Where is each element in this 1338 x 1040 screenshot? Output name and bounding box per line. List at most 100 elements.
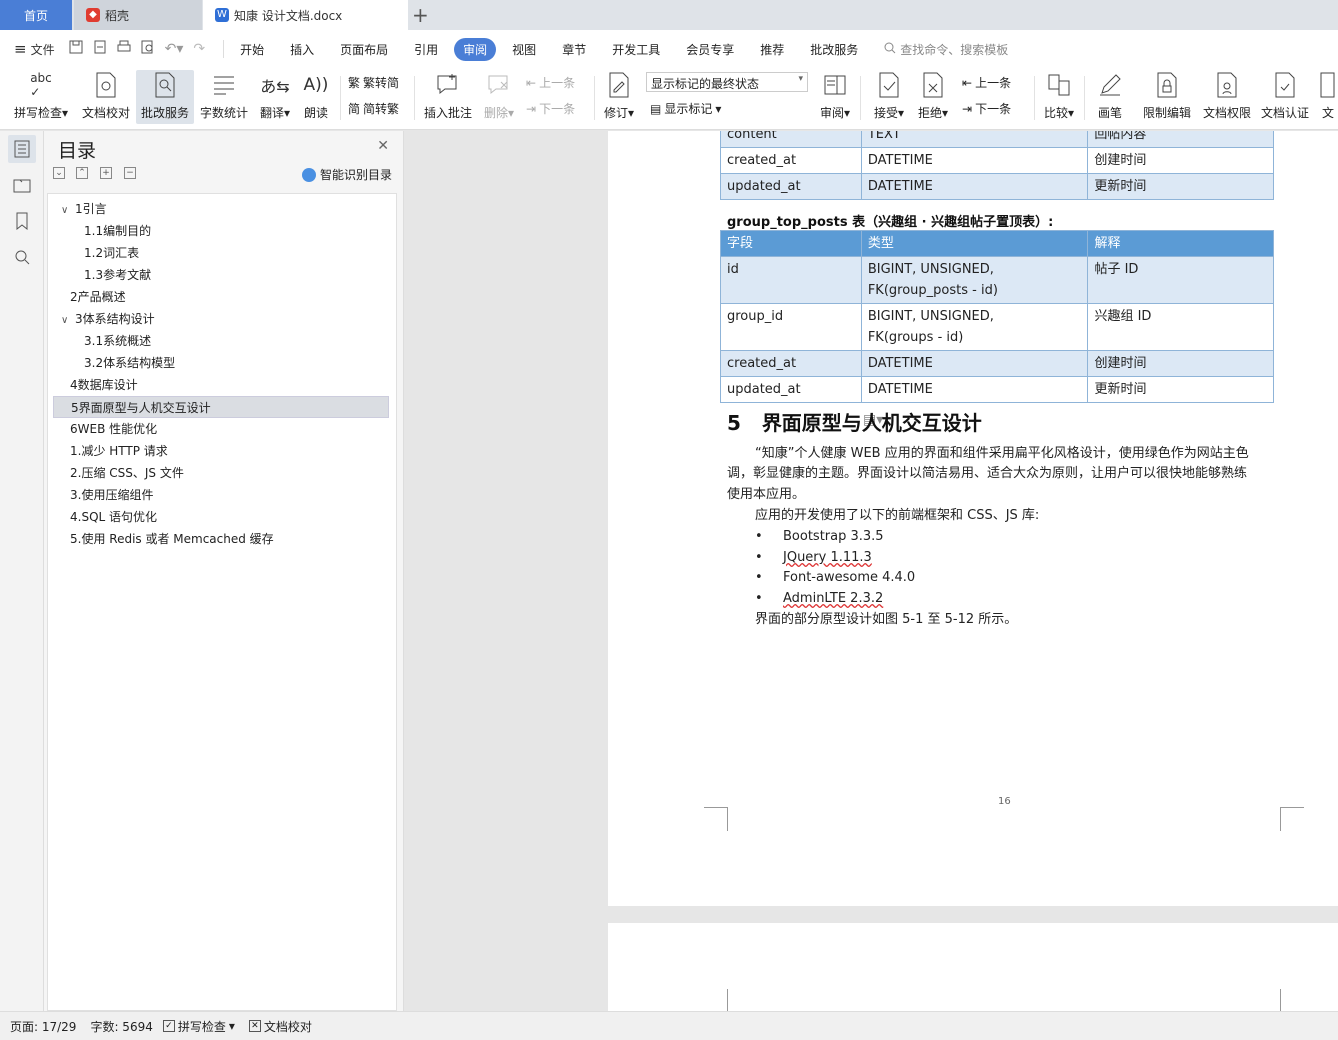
previous-change-icon: ⇤ — [962, 75, 973, 90]
translate-button[interactable]: あ⇆ 翻译▾ — [256, 70, 294, 124]
previous-change-button[interactable]: ⇤ 上一条 — [962, 74, 1011, 91]
show-markup-button[interactable]: ▤ 显示标记 ▾ — [650, 100, 721, 117]
word-count[interactable]: 字数: 5694 — [90, 1018, 152, 1035]
document-certify-button[interactable]: 文档认证 — [1258, 70, 1312, 124]
pen-icon — [1095, 70, 1125, 100]
toc-item[interactable]: ∨ 1引言 — [48, 198, 388, 220]
menu-insert[interactable]: 插入 — [290, 41, 314, 58]
menu-reference[interactable]: 引用 — [414, 41, 438, 58]
toc-item[interactable]: 3.1系统概述 — [48, 330, 388, 352]
document-area[interactable]: content TEXT 回帖内容 created_at DATETIME 创建时间 u… — [405, 131, 1338, 1011]
toc-item[interactable]: 3.使用压缩组件 — [48, 484, 388, 506]
smart-toc-button[interactable]: 智能识别目录 — [302, 166, 392, 183]
search-icon — [884, 42, 896, 57]
simplified-to-traditional-button[interactable]: 简简转繁 — [348, 100, 399, 117]
status-proofread[interactable]: ✕ 文档校对 — [248, 1018, 312, 1035]
toc-view-icon[interactable] — [8, 135, 36, 163]
command-search-placeholder: 查找命令、搜索模板 — [900, 42, 1009, 57]
bookmark-icon[interactable] — [8, 207, 36, 235]
toc-item[interactable]: 2产品概述 — [48, 286, 388, 308]
chevron-down-icon[interactable]: ∨ — [61, 310, 75, 332]
previous-change-label: 上一条 — [975, 76, 1012, 90]
toc-item[interactable]: 1.3参考文献 — [48, 264, 388, 286]
accept-button[interactable]: 接受▾ — [870, 70, 908, 124]
menu-page-layout[interactable]: 页面布局 — [340, 41, 388, 58]
collapse-all-icon[interactable]: ⌄ — [53, 167, 65, 179]
menu-correction[interactable]: 批改服务 — [810, 41, 858, 58]
menu-view[interactable]: 视图 — [512, 41, 536, 58]
word-count-button[interactable]: 字数统计 — [197, 70, 251, 124]
close-icon[interactable]: ✕ — [377, 138, 389, 154]
save-icon[interactable] — [69, 40, 83, 58]
page-margin-corner — [704, 989, 728, 1011]
chapter-nav-icon[interactable] — [8, 171, 36, 199]
document-page[interactable]: content TEXT 回帖内容 created_at DATETIME 创建时间 u… — [608, 131, 1338, 906]
markup-state-select[interactable]: 显示标记的最终状态 ▾ — [646, 72, 808, 92]
compare-button[interactable]: 比较▾ — [1040, 70, 1078, 124]
toc-item[interactable]: 5.使用 Redis 或者 Memcached 缓存 — [48, 528, 388, 550]
page-indicator[interactable]: 页面: 17/29 — [10, 1018, 76, 1035]
menu-chapter[interactable]: 章节 — [562, 41, 586, 58]
menu-member[interactable]: 会员专享 — [686, 41, 734, 58]
next-change-button[interactable]: ⇥ 下一条 — [962, 100, 1011, 117]
add-heading-icon[interactable]: + — [100, 167, 112, 179]
ribbon-divider — [860, 76, 861, 120]
toc-item[interactable]: 4.SQL 语句优化 — [48, 506, 388, 528]
insert-comment-button[interactable]: 插入批注 — [422, 70, 474, 124]
read-aloud-button[interactable]: A)) 朗读 — [298, 70, 334, 124]
toc-item[interactable]: 3.2体系结构模型 — [48, 352, 388, 374]
spell-check-button[interactable]: abc ✓ 拼写检查▾ — [10, 70, 72, 124]
search-icon[interactable] — [8, 243, 36, 271]
table-cell: 更新时间 — [1087, 173, 1274, 200]
menu-developer[interactable]: 开发工具 — [612, 41, 660, 58]
print-preview-icon[interactable] — [141, 40, 155, 58]
chevron-down-icon[interactable]: ∨ — [61, 200, 75, 222]
restrict-editing-button[interactable]: 限制编辑 — [1140, 70, 1194, 124]
toc-item[interactable]: 2.压缩 CSS、JS 文件 — [48, 462, 388, 484]
track-changes-button[interactable]: 修订▾ — [600, 70, 638, 124]
correction-service-button[interactable]: 批改服务 — [136, 70, 194, 124]
table-cell: BIGINT, UNSIGNED, FK(groups - id) — [860, 303, 1089, 351]
new-tab-button[interactable]: + — [412, 3, 429, 27]
command-search[interactable]: 查找命令、搜索模板 — [884, 41, 1008, 58]
tab-document[interactable]: W 知康 设计文档.docx — [203, 0, 408, 30]
table-cell: group_id — [720, 303, 862, 351]
remove-heading-icon[interactable]: − — [124, 167, 136, 179]
export-pdf-icon[interactable] — [93, 40, 107, 58]
document-page[interactable] — [608, 923, 1338, 1011]
tab-daoke[interactable]: ◆ 稻壳 — [74, 0, 202, 30]
toc-item[interactable]: 1.1编制目的 — [48, 220, 388, 242]
status-spell-check[interactable]: ✓ 拼写检查 ▾ — [162, 1018, 235, 1035]
document-certify-label: 文档认证 — [1260, 106, 1309, 120]
document-permission-button[interactable]: 文档权限 — [1200, 70, 1254, 124]
proofread-button[interactable]: 文档校对 — [78, 70, 134, 124]
file-menu[interactable]: ≡ 文件 — [14, 40, 55, 58]
toc-item[interactable]: 1.2词汇表 — [48, 242, 388, 264]
next-comment-button[interactable]: ⇥ 下一条 — [526, 100, 575, 117]
previous-comment-button[interactable]: ⇤ 上一条 — [526, 74, 575, 91]
toc-item[interactable]: 1.减少 HTTP 请求 — [48, 440, 388, 462]
cell-line: BIGINT, UNSIGNED, — [867, 262, 994, 277]
tab-home[interactable]: 首页 — [0, 0, 72, 30]
table-caption: group_top_posts 表（兴趣组 · 兴趣组帖子置顶表）: — [727, 215, 1054, 230]
redo-icon[interactable]: ↷ — [193, 41, 205, 57]
review-pane-button[interactable]: 审阅▾ — [816, 70, 854, 124]
reject-button[interactable]: 拒绝▾ — [914, 70, 952, 124]
pen-button[interactable]: 画笔 — [1092, 70, 1128, 124]
print-icon[interactable] — [117, 40, 131, 58]
traditional-to-simplified-button[interactable]: 繁繁转简 — [348, 74, 399, 91]
delete-comment-button[interactable]: 删除▾ — [480, 70, 518, 124]
toc-item[interactable]: 6WEB 性能优化 — [48, 418, 388, 440]
toc-item[interactable]: 5界面原型与人机交互设计 — [53, 396, 389, 418]
menu-recommend[interactable]: 推荐 — [760, 41, 784, 58]
toc-item-label: 1.3参考文献 — [84, 268, 152, 282]
toc-item[interactable]: 4数据库设计 — [48, 374, 388, 396]
restrict-editing-label: 限制编辑 — [1142, 106, 1191, 120]
previous-comment-icon: ⇤ — [526, 75, 537, 90]
expand-up-icon[interactable]: ⌃ — [76, 167, 88, 179]
menu-start[interactable]: 开始 — [240, 41, 264, 58]
more-ribbon-button[interactable]: 文 — [1318, 70, 1338, 124]
undo-icon[interactable]: ↶▾ — [165, 41, 184, 57]
menu-review[interactable]: 审阅 — [454, 37, 497, 61]
toc-item[interactable]: ∨ 3体系结构设计 — [48, 308, 388, 330]
